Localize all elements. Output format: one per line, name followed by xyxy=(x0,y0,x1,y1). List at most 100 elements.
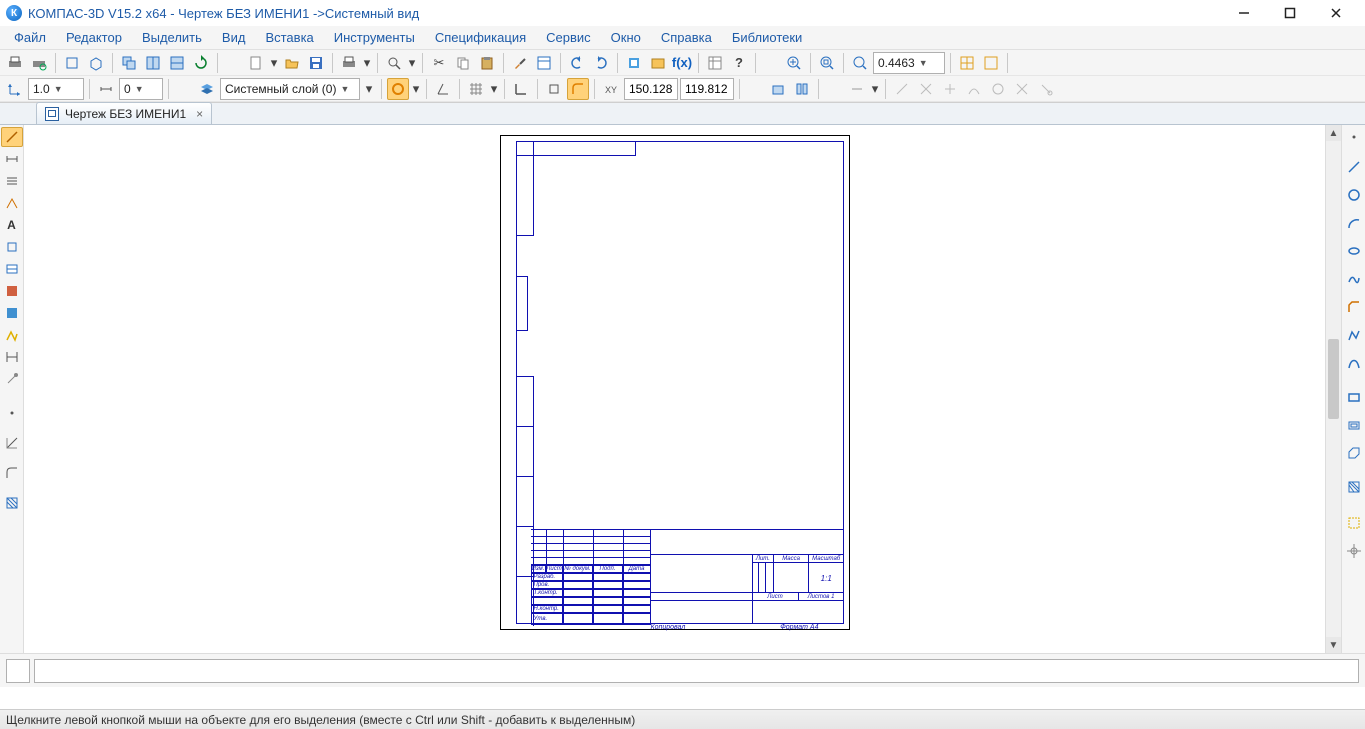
layer-dropdown[interactable]: Системный слой (0) ▼ xyxy=(220,78,360,100)
tb-btn-new-drop[interactable]: ▾ xyxy=(269,52,279,74)
step-dropdown[interactable]: 0 ▼ xyxy=(119,78,163,100)
tool-hatchfill[interactable] xyxy=(1,493,23,513)
tb-btn-print2-drop[interactable]: ▾ xyxy=(362,52,372,74)
rtool-arc[interactable] xyxy=(1343,213,1365,233)
rtool-polyline[interactable] xyxy=(1343,325,1365,345)
tool-point[interactable] xyxy=(1,403,23,423)
tb-snap-3[interactable] xyxy=(915,78,937,100)
tool-construct[interactable] xyxy=(1,369,23,389)
command-input[interactable] xyxy=(34,659,1359,683)
tb-btn-line-style-drop[interactable]: ▾ xyxy=(411,78,421,100)
scroll-thumb[interactable] xyxy=(1328,339,1339,419)
rtool-offset[interactable] xyxy=(1343,415,1365,435)
rtool-chamfer[interactable] xyxy=(1343,297,1365,317)
tb-snap-5[interactable] xyxy=(963,78,985,100)
tb-btn-library[interactable] xyxy=(623,52,645,74)
tb-btn-ortho[interactable] xyxy=(510,78,532,100)
tb-btn-new[interactable] xyxy=(245,52,267,74)
tb-btn-brush[interactable] xyxy=(509,52,531,74)
rtool-collect[interactable] xyxy=(1343,443,1365,463)
menu-spec[interactable]: Спецификация xyxy=(425,28,536,47)
menu-libraries[interactable]: Библиотеки xyxy=(722,28,812,47)
tool-report[interactable] xyxy=(1,303,23,323)
tb-btn-angle[interactable] xyxy=(432,78,454,100)
menu-tools[interactable]: Инструменты xyxy=(324,28,425,47)
tool-fillet[interactable] xyxy=(1,463,23,483)
menu-window[interactable]: Окно xyxy=(601,28,651,47)
tb-btn-refresh[interactable] xyxy=(190,52,212,74)
zoom-value-dropdown[interactable]: 0.4463 ▼ xyxy=(873,52,945,74)
canvas-area[interactable]: Изм. Лист № докум. Подп. Дата Разраб. Пр… xyxy=(24,125,1325,653)
window-minimize-button[interactable] xyxy=(1221,0,1267,26)
tb-snap-6[interactable] xyxy=(987,78,1009,100)
tb-btn-zoom-in[interactable] xyxy=(783,52,805,74)
tool-measure[interactable] xyxy=(1,347,23,367)
tb-btn-vars[interactable] xyxy=(704,52,726,74)
tb-btn-snap[interactable] xyxy=(543,78,565,100)
menu-editor[interactable]: Редактор xyxy=(56,28,132,47)
tool-edit[interactable] xyxy=(1,237,23,257)
tb-btn-grid-drop[interactable]: ▾ xyxy=(489,78,499,100)
tb-btn-views1[interactable] xyxy=(767,78,789,100)
tb-btn-views2[interactable] xyxy=(791,78,813,100)
tool-dimensions[interactable] xyxy=(1,149,23,169)
tb-snap-1-drop[interactable]: ▾ xyxy=(870,78,880,100)
vertical-scrollbar[interactable]: ▲ ▼ xyxy=(1325,125,1341,653)
menu-help[interactable]: Справка xyxy=(651,28,722,47)
tb-btn-coord-xy[interactable]: XY xyxy=(600,78,622,100)
tb-btn-preview2[interactable] xyxy=(383,52,405,74)
tab-close-icon[interactable]: × xyxy=(196,107,203,121)
scroll-down-icon[interactable]: ▼ xyxy=(1326,637,1341,653)
rtool-select[interactable] xyxy=(1343,513,1365,533)
rtool-snap[interactable] xyxy=(1343,541,1365,561)
tb-btn-layer-drop[interactable]: ▾ xyxy=(362,78,376,100)
menu-insert[interactable]: Вставка xyxy=(255,28,323,47)
tb-btn-undo[interactable] xyxy=(566,52,588,74)
menu-file[interactable]: Файл xyxy=(4,28,56,47)
tb-btn-zoom-scale[interactable] xyxy=(849,52,871,74)
menu-select[interactable]: Выделить xyxy=(132,28,212,47)
document-tab[interactable]: Чертеж БЕЗ ИМЕНИ1 × xyxy=(36,102,212,124)
rtool-circle[interactable] xyxy=(1343,185,1365,205)
tool-geometry[interactable] xyxy=(1,127,23,147)
rtool-spline[interactable] xyxy=(1343,269,1365,289)
tb-btn-cut[interactable]: ✂ xyxy=(428,52,450,74)
tool-table[interactable] xyxy=(1,259,23,279)
tb-btn-layers[interactable] xyxy=(196,78,218,100)
tb-snap-8[interactable] xyxy=(1035,78,1057,100)
scroll-up-icon[interactable]: ▲ xyxy=(1326,125,1341,141)
menu-view[interactable]: Вид xyxy=(212,28,256,47)
tool-text[interactable]: A xyxy=(1,215,23,235)
tool-line[interactable] xyxy=(1,433,23,453)
tool-spec[interactable] xyxy=(1,281,23,301)
rtool-ellipse[interactable] xyxy=(1343,241,1365,261)
tb-btn-fx[interactable]: f(x) xyxy=(671,52,693,74)
coord-x-input[interactable]: 150.128 xyxy=(624,78,678,100)
rtool-fill[interactable] xyxy=(1343,477,1365,497)
tb-btn-preview2-drop[interactable]: ▾ xyxy=(407,52,417,74)
tb-btn-model2[interactable] xyxy=(85,52,107,74)
tb-btn-coord-sys[interactable] xyxy=(4,78,26,100)
tb-btn-grid[interactable] xyxy=(465,78,487,100)
coord-y-input[interactable]: 119.812 xyxy=(680,78,734,100)
tb-snap-4[interactable] xyxy=(939,78,961,100)
menu-service[interactable]: Сервис xyxy=(536,28,601,47)
tb-btn-save[interactable] xyxy=(305,52,327,74)
rtool-point[interactable] xyxy=(1343,127,1365,147)
window-maximize-button[interactable] xyxy=(1267,0,1313,26)
window-close-button[interactable] xyxy=(1313,0,1359,26)
tb-btn-redo[interactable] xyxy=(590,52,612,74)
tb-btn-manager[interactable] xyxy=(647,52,669,74)
tb-btn-ruler1[interactable] xyxy=(956,52,978,74)
tb-btn-open[interactable] xyxy=(281,52,303,74)
tb-btn-ruler2[interactable] xyxy=(980,52,1002,74)
tb-btn-help-cursor[interactable]: ? xyxy=(728,52,750,74)
tb-btn-model1[interactable] xyxy=(61,52,83,74)
tb-btn-round[interactable] xyxy=(567,78,589,100)
tool-param[interactable] xyxy=(1,325,23,345)
tb-btn-props[interactable] xyxy=(533,52,555,74)
rtool-line[interactable] xyxy=(1343,157,1365,177)
tb-btn-print[interactable] xyxy=(4,52,26,74)
rtool-bezier[interactable] xyxy=(1343,353,1365,373)
tb-snap-1[interactable] xyxy=(846,78,868,100)
